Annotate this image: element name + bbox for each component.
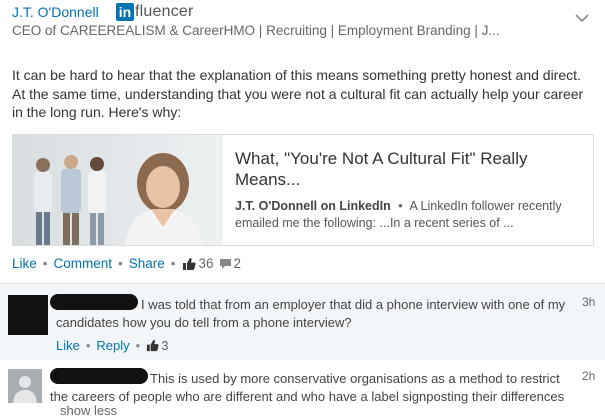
thumbs-up-icon[interactable] <box>182 257 196 271</box>
article-thumbnail <box>13 135 223 245</box>
article-source[interactable]: J.T. O'Donnell on LinkedIn <box>235 199 391 213</box>
influencer-word: fluencer <box>135 3 194 20</box>
person-silhouette-icon[interactable] <box>8 369 42 403</box>
author-name[interactable]: J.T. O'Donnell <box>12 4 99 20</box>
influencer-in-logo: in <box>116 3 134 21</box>
comment-button[interactable]: Comment <box>54 256 113 271</box>
comment-count[interactable]: 2 <box>234 256 242 271</box>
article-card[interactable]: What, "You're Not A Cultural Fit" Really… <box>12 134 594 246</box>
action-separator: • <box>42 256 48 271</box>
action-separator: • <box>85 338 91 353</box>
article-meta: J.T. O'Donnell on LinkedIn • A LinkedIn … <box>235 198 585 232</box>
action-separator: • <box>170 256 176 271</box>
comment-actions: Like • Reply • 3 <box>56 338 168 353</box>
comment-text: I was told that from an employer that di… <box>56 297 566 330</box>
influencer-badge: in fluencer <box>116 3 194 21</box>
chevron-down-icon[interactable] <box>575 10 589 23</box>
comment-text: This is used by more conservative organi… <box>50 371 565 404</box>
author-headline: CEO of CAREEREALISM & CareerHMO | Recrui… <box>12 23 500 38</box>
action-separator: • <box>118 256 123 271</box>
comment-timestamp: 3h <box>582 295 596 309</box>
action-separator: • <box>135 338 141 353</box>
like-count[interactable]: 36 <box>199 256 214 271</box>
share-button[interactable]: Share <box>129 256 165 271</box>
post-text: It can be hard to hear that the explanat… <box>12 67 584 120</box>
avatar[interactable] <box>8 295 48 335</box>
show-less-link[interactable]: show less <box>60 403 117 418</box>
comment-like-button[interactable]: Like <box>56 338 80 353</box>
speech-bubble-icon[interactable] <box>219 258 232 270</box>
comment-timestamp: 2h <box>582 369 596 383</box>
like-button[interactable]: Like <box>12 256 37 271</box>
comment-like-count[interactable]: 3 <box>161 338 168 353</box>
meta-separator: • <box>398 199 403 213</box>
article-title[interactable]: What, "You're Not A Cultural Fit" Really… <box>235 148 585 190</box>
comment-reply-button[interactable]: Reply <box>96 338 129 353</box>
post-actions: Like • Comment • Share • 36 2 <box>12 256 241 271</box>
thumbs-up-icon[interactable] <box>146 339 159 352</box>
